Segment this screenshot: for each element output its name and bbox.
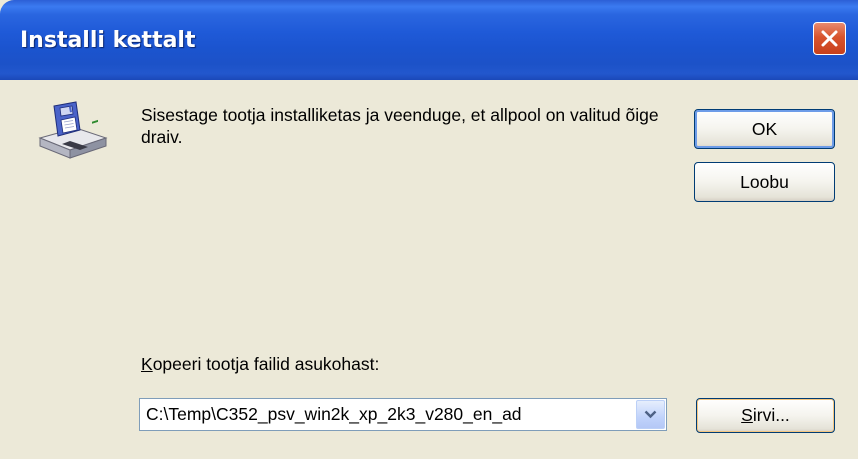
window-title: Installi kettalt	[20, 28, 196, 53]
title-bar[interactable]: Installi kettalt	[0, 0, 858, 80]
copy-from-label-text: opeeri tootja failid asukohast:	[152, 354, 380, 374]
chevron-down-icon	[644, 410, 657, 419]
close-button[interactable]	[813, 22, 846, 55]
cancel-button[interactable]: Loobu	[694, 162, 835, 202]
floppy-disk-drive-icon	[38, 101, 108, 159]
close-icon	[821, 30, 838, 47]
browse-mnemonic: S	[741, 405, 753, 425]
instruction-text: Sisestage tootja installiketas ja veendu…	[141, 105, 659, 147]
copy-from-label-mnemonic: K	[141, 354, 153, 374]
dropdown-button[interactable]	[636, 400, 665, 429]
ok-button[interactable]: OK	[694, 109, 835, 149]
browse-button[interactable]: Sirvi...	[696, 398, 835, 433]
copy-from-path-input[interactable]	[140, 399, 632, 430]
install-from-disk-dialog: Installi kettalt Sisestage tootja instal…	[0, 0, 858, 459]
browse-label: irvi...	[752, 405, 790, 425]
copy-from-label: Kopeeri tootja failid asukohast:	[141, 354, 379, 375]
copy-from-combobox[interactable]	[139, 398, 667, 431]
